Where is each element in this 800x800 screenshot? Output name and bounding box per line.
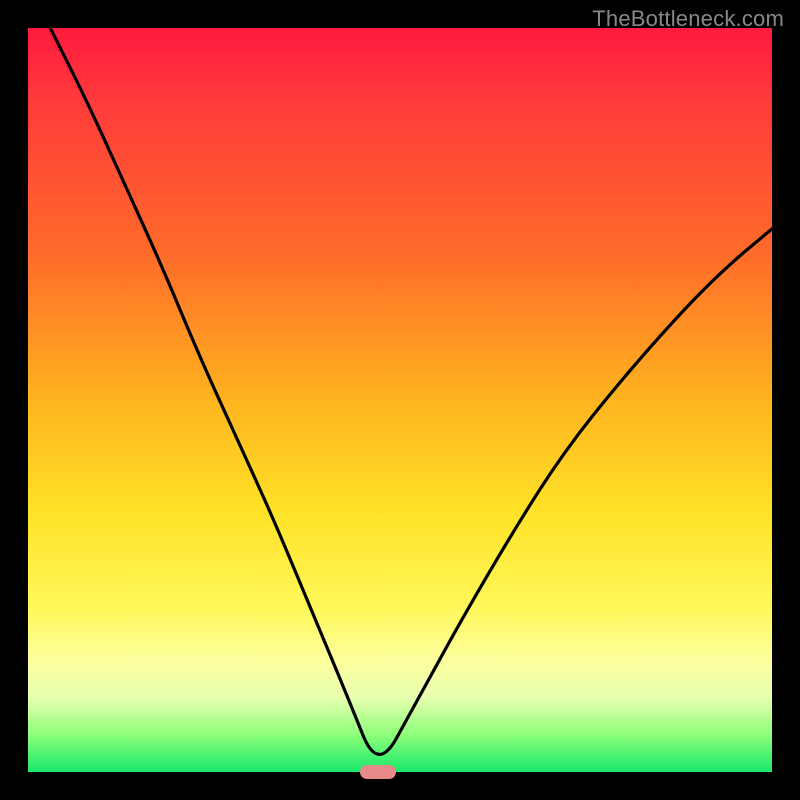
watermark-text: TheBottleneck.com xyxy=(592,6,784,32)
chart-frame: TheBottleneck.com xyxy=(0,0,800,800)
bottleneck-curve xyxy=(28,28,772,772)
minimum-marker xyxy=(360,765,396,779)
plot-area xyxy=(28,28,772,772)
